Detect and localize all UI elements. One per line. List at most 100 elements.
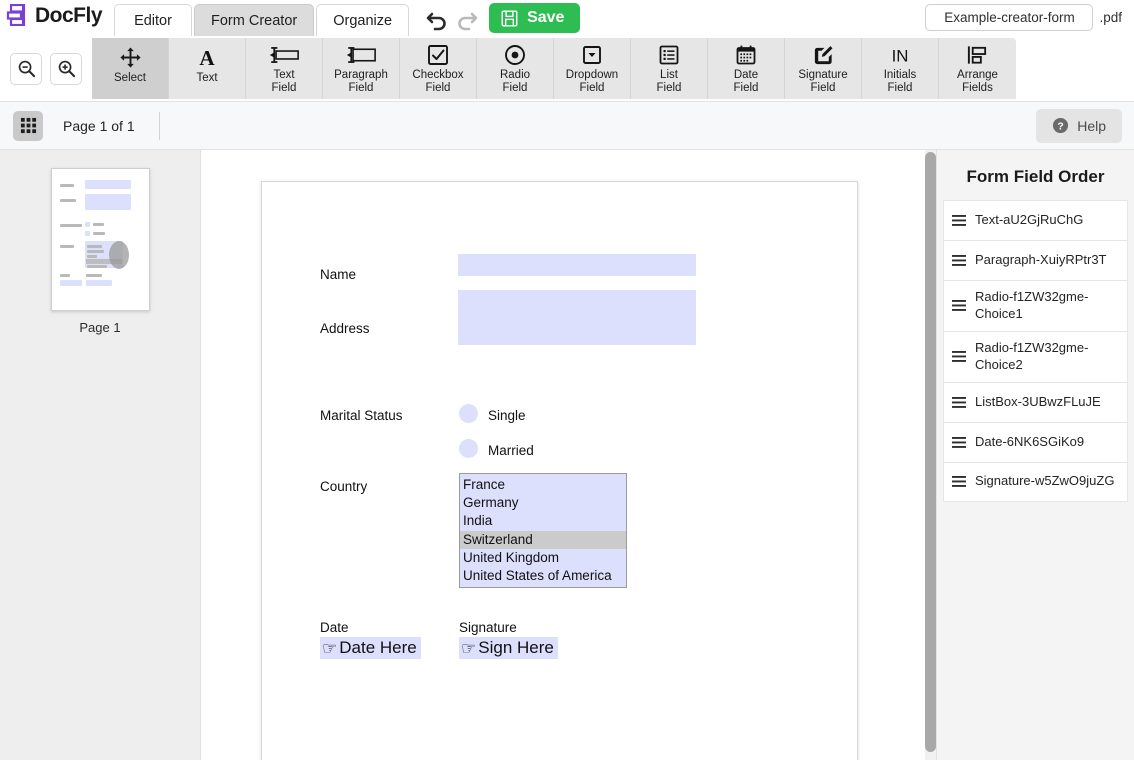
field-order-item-paragraph[interactable]: Paragraph-XuiyRPtr3T [943, 240, 1128, 280]
radio-single[interactable] [459, 404, 478, 423]
redo-icon[interactable] [455, 8, 479, 32]
svg-text:A: A [199, 46, 215, 69]
tool-signature-field[interactable]: SignatureField [785, 38, 862, 99]
arrange-fields-icon [966, 44, 989, 67]
drag-handle-icon[interactable] [952, 254, 966, 267]
zoom-out-button[interactable] [10, 53, 42, 85]
tool-initials-field[interactable]: IN InitialsField [862, 38, 939, 99]
tool-text[interactable]: A Text [169, 38, 246, 99]
field-signature-stamp[interactable]: ☞ Sign Here [459, 637, 558, 659]
tool-list-field[interactable]: ListField [631, 38, 708, 99]
field-order-item-label: Signature-w5ZwO9juZG [975, 473, 1114, 490]
tool-text-field[interactable]: TextField [246, 38, 323, 99]
pencil-square-icon [812, 44, 835, 67]
page-navigation-bar: Page 1 of 1 ? Help [0, 102, 1134, 150]
field-order-item-date[interactable]: Date-6NK6SGiKo9 [943, 422, 1128, 462]
thumb-label-signature [86, 274, 102, 277]
help-button[interactable]: ? Help [1036, 109, 1122, 143]
thumb-radio-1 [85, 222, 90, 227]
tool-checkbox-field[interactable]: CheckboxField [400, 38, 477, 99]
svg-text:IN: IN [892, 47, 909, 66]
field-order-item-radio-choice2[interactable]: Radio-f1ZW32gme-Choice2 [943, 331, 1128, 382]
svg-text:?: ? [1058, 121, 1064, 132]
move-arrows-icon [119, 44, 142, 70]
drag-handle-icon[interactable] [952, 396, 966, 409]
radio-married[interactable] [459, 439, 478, 458]
radio-married-label: Married [488, 443, 534, 458]
save-button[interactable]: Save [489, 3, 580, 33]
filename-input[interactable] [925, 4, 1093, 31]
label-name: Name [320, 267, 356, 282]
country-option-france[interactable]: France [460, 476, 626, 494]
country-option-india[interactable]: India [460, 512, 626, 530]
field-signature-stamp-label: Sign Here [478, 638, 554, 658]
country-option-germany[interactable]: Germany [460, 494, 626, 512]
thumb-radio-2 [85, 231, 90, 236]
tool-text-field-label: TextField [272, 69, 297, 95]
country-option-switzerland[interactable]: Switzerland [460, 531, 626, 549]
tool-dropdown-field[interactable]: DropdownField [554, 38, 631, 99]
paragraph-field-icon [346, 44, 376, 67]
main-tabs: Editor Form Creator Organize [114, 0, 411, 36]
undo-icon[interactable] [425, 8, 449, 32]
checkbox-icon [427, 44, 449, 67]
thumb-opt-3 [87, 255, 97, 258]
label-country: Country [320, 479, 367, 494]
label-address: Address [320, 321, 370, 336]
field-address-paragraph[interactable] [458, 290, 696, 345]
tool-arrange-fields[interactable]: ArrangeFields [939, 38, 1016, 99]
field-order-item-signature[interactable]: Signature-w5ZwO9juZG [943, 462, 1128, 502]
tool-date-field[interactable]: DateField [708, 38, 785, 99]
thumb-label-date [60, 274, 70, 277]
tab-form-creator[interactable]: Form Creator [194, 4, 314, 36]
grid-view-button[interactable] [13, 111, 43, 141]
field-order-item-listbox[interactable]: ListBox-3UBwzFLuJE [943, 382, 1128, 422]
drag-handle-icon[interactable] [952, 350, 966, 363]
scrollbar-thumb[interactable] [925, 152, 936, 752]
tool-checkbox-field-label: CheckboxField [412, 69, 463, 95]
question-mark-icon: ? [1052, 117, 1069, 134]
tool-select[interactable]: Select [92, 38, 169, 99]
country-option-united-states[interactable]: United States of America [460, 567, 626, 585]
file-extension-label: .pdf [1099, 10, 1122, 25]
drag-handle-icon[interactable] [952, 299, 966, 312]
form-field-order-title: Form Field Order [937, 150, 1134, 200]
thumb-opt-5 [87, 265, 107, 268]
thumb-label-name [60, 184, 74, 187]
tab-editor[interactable]: Editor [114, 4, 192, 36]
drag-handle-icon[interactable] [952, 436, 966, 449]
tool-paragraph-field[interactable]: ParagraphField [323, 38, 400, 99]
field-date-stamp[interactable]: ☞ Date Here [320, 637, 421, 659]
history-buttons [425, 8, 479, 32]
country-option-united-kingdom[interactable]: United Kingdom [460, 549, 626, 567]
drag-handle-icon[interactable] [952, 214, 966, 227]
radio-single-label: Single [488, 408, 526, 423]
thumb-radio-1-label [93, 223, 104, 226]
tool-date-field-label: DateField [734, 69, 759, 95]
tool-radio-field[interactable]: RadioField [477, 38, 554, 99]
thumb-label-marital [60, 224, 82, 227]
tab-organize[interactable]: Organize [316, 4, 409, 36]
dropdown-icon [581, 44, 603, 67]
field-order-item-label: Radio-f1ZW32gme-Choice2 [975, 340, 1121, 374]
tool-signature-field-label: SignatureField [798, 69, 847, 95]
page-thumbnail-1[interactable] [51, 168, 150, 311]
canvas-vertical-scrollbar[interactable] [925, 150, 936, 760]
zoom-in-button[interactable] [50, 53, 82, 85]
thumb-scroll-overlay [109, 241, 129, 269]
pdf-page[interactable]: Name Address Marital Status Single Marri… [261, 181, 858, 760]
field-order-item-label: ListBox-3UBwzFLuJE [975, 394, 1101, 411]
drag-handle-icon[interactable] [952, 475, 966, 488]
app-logo[interactable]: DocFly [0, 0, 114, 36]
field-name-input[interactable] [458, 254, 696, 276]
field-order-item-label: Paragraph-XuiyRPtr3T [975, 252, 1107, 269]
field-country-listbox[interactable]: France Germany India Switzerland United … [459, 473, 627, 588]
thumbnail-label: Page 1 [79, 320, 120, 335]
field-order-item-text[interactable]: Text-aU2GjRuChG [943, 200, 1128, 240]
tool-paragraph-field-label: ParagraphField [334, 69, 388, 95]
help-button-label: Help [1077, 118, 1106, 134]
text-field-icon [269, 44, 299, 67]
document-canvas: Name Address Marital Status Single Marri… [201, 150, 934, 760]
field-order-item-radio-choice1[interactable]: Radio-f1ZW32gme-Choice1 [943, 280, 1128, 331]
thumb-field-name [85, 180, 131, 189]
